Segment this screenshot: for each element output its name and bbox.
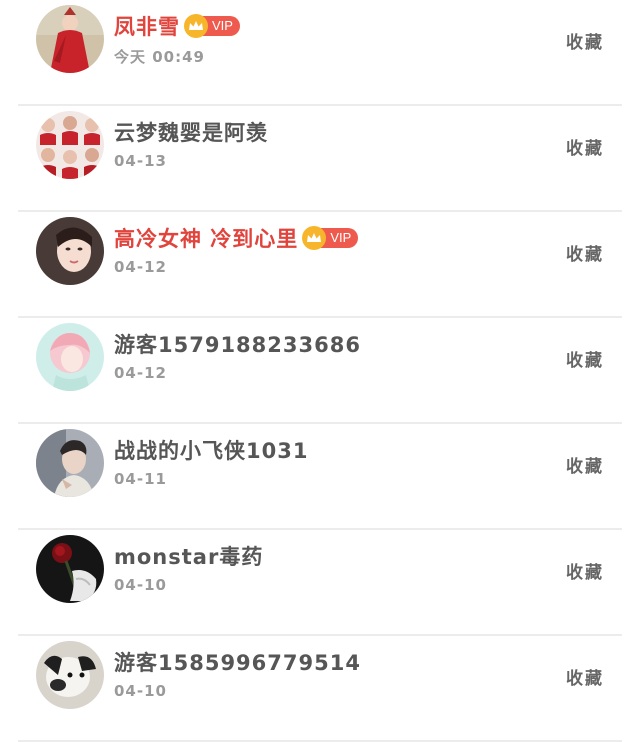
vip-badge: VIP <box>302 226 359 250</box>
timestamp: 04-13 <box>114 152 167 170</box>
favorite-button[interactable]: 收藏 <box>566 664 604 689</box>
timestamp: 04-11 <box>114 470 167 488</box>
avatar-woman-red-dress-icon[interactable] <box>36 5 104 73</box>
avatar-photo-grid-icon[interactable] <box>36 111 104 179</box>
favorite-button[interactable]: 收藏 <box>566 452 604 477</box>
avatar-dog-icon[interactable] <box>36 641 104 709</box>
user-name: monstar毒药 <box>114 545 264 569</box>
avatar-dark-rose-icon[interactable] <box>36 535 104 603</box>
avatar-woman-portrait-icon[interactable] <box>36 217 104 285</box>
user-name: 游客1579188233686 <box>114 333 361 357</box>
timestamp: 04-12 <box>114 258 167 276</box>
favorite-button[interactable]: 收藏 <box>566 558 604 583</box>
favorite-button[interactable]: 收藏 <box>566 134 604 159</box>
user-name: 战战的小飞侠1031 <box>114 439 309 463</box>
list-item[interactable]: 凤非雪 VIP 今天 00:49 收藏 <box>0 0 640 106</box>
user-name: 云梦魏婴是阿羡 <box>114 121 268 145</box>
user-name: 凤非雪 <box>114 15 180 39</box>
timestamp: 04-10 <box>114 576 167 594</box>
list-item[interactable]: 高冷女神 冷到心里 VIP 04-12 收藏 <box>0 212 640 318</box>
list-item[interactable]: 云梦魏婴是阿羡 04-13 收藏 <box>0 106 640 212</box>
timestamp: 04-10 <box>114 682 167 700</box>
favorite-button[interactable]: 收藏 <box>566 240 604 265</box>
list-item[interactable]: monstar毒药 04-10 收藏 <box>0 530 640 636</box>
avatar-pink-illustration-icon[interactable] <box>36 323 104 391</box>
vip-badge: VIP <box>184 14 240 38</box>
user-name: 游客1585996779514 <box>114 651 361 675</box>
timestamp: 今天 00:49 <box>114 48 205 66</box>
crown-icon <box>184 14 208 38</box>
list-item[interactable]: 游客1585996779514 04-10 收藏 <box>0 636 640 742</box>
favorite-button[interactable]: 收藏 <box>566 28 604 53</box>
user-name: 高冷女神 冷到心里 <box>114 227 299 251</box>
timestamp: 04-12 <box>114 364 167 382</box>
avatar-man-portrait-icon[interactable] <box>36 429 104 497</box>
list-item[interactable]: 游客1579188233686 04-12 收藏 <box>0 318 640 424</box>
favorite-list: 凤非雪 VIP 今天 00:49 收藏 云梦魏婴是阿羡 04-13 收藏 高冷女… <box>0 0 640 742</box>
list-item[interactable]: 战战的小飞侠1031 04-11 收藏 <box>0 424 640 530</box>
favorite-button[interactable]: 收藏 <box>566 346 604 371</box>
